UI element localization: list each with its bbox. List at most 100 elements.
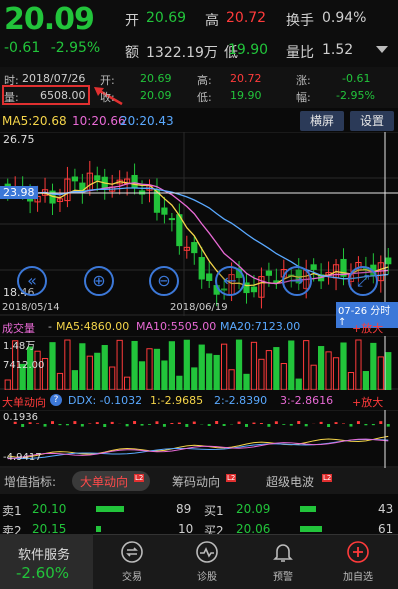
volume-bar — [71, 370, 78, 390]
volume-bar — [347, 372, 355, 390]
candlestick-chart[interactable] — [0, 132, 398, 316]
volume-bar — [206, 353, 213, 390]
software-service-button[interactable]: 软件服务 -2.60% — [0, 534, 93, 589]
scroll-left-fast-button[interactable]: « — [17, 266, 47, 296]
zoom-out-button[interactable]: ⊖ — [149, 266, 179, 296]
nav-add-watchlist-label: 加自选 — [343, 572, 373, 583]
amount-value: 1322.19万 — [146, 45, 218, 61]
volume-bar — [325, 351, 332, 390]
fullscreen-button[interactable]: ⤢ — [348, 266, 378, 296]
volume-mid-label: 7412.00 — [3, 360, 45, 371]
volume-bar — [49, 342, 56, 390]
nav-add-watchlist[interactable]: 加自选 — [328, 540, 388, 583]
volume-bar — [355, 339, 362, 390]
sell1-price: 20.10 — [32, 502, 67, 516]
volume-bar — [280, 363, 287, 390]
help-icon[interactable]: ? — [50, 394, 62, 406]
ddx-bar — [327, 424, 331, 427]
change-percent: -2.95% — [50, 40, 101, 56]
buy1-volume: 43 — [378, 502, 394, 516]
volume-bar — [288, 340, 295, 390]
tab-chips[interactable]: 筹码动向 — [172, 473, 220, 490]
volume-chart[interactable] — [0, 336, 398, 390]
ddx-bar — [349, 424, 353, 427]
buy1-price: 20.09 — [236, 502, 271, 516]
settings-button[interactable]: 设置 — [350, 111, 394, 131]
nav-trade[interactable]: 交易 — [102, 540, 162, 583]
volume-bar — [273, 347, 280, 390]
nav-diagnose-label: 诊股 — [197, 572, 217, 583]
volume-bar — [303, 340, 310, 390]
ddx-bar — [51, 421, 54, 424]
volume-bar — [153, 348, 161, 390]
volume-bar — [191, 367, 198, 390]
top-price-label: 26.75 — [3, 133, 35, 146]
big-order-chart[interactable] — [0, 410, 398, 468]
price-change: -0.61 -2.95% — [4, 40, 100, 56]
landscape-button[interactable]: 横屏 — [300, 111, 344, 131]
ddx-bar — [155, 421, 159, 424]
ddx-bar — [297, 421, 301, 424]
open-info-value: 20.69 — [140, 72, 172, 85]
ddx-bar — [43, 424, 47, 427]
candle-body — [385, 257, 392, 265]
ddx-bar — [267, 424, 271, 427]
candle-body — [310, 264, 317, 270]
ddx-bar — [95, 422, 99, 424]
ddx-bar — [334, 422, 338, 424]
volume-ma20: MA20:7123.00 — [220, 320, 301, 333]
big-order-zoom-button[interactable]: +放大 — [352, 394, 383, 410]
amount-label: 额 — [125, 45, 139, 61]
volume-zoom-button[interactable]: +放大 — [352, 320, 383, 336]
volume-bar — [235, 339, 243, 390]
candles — [4, 160, 392, 309]
ddx-bar — [80, 424, 84, 427]
volume-bar — [138, 361, 146, 390]
volume-bar — [370, 342, 377, 390]
ddx-bar — [140, 424, 144, 426]
ddx-bar — [36, 423, 40, 424]
ddx-bar — [282, 424, 286, 425]
zoom-in-button[interactable]: ⊕ — [84, 266, 114, 296]
ma20-line — [7, 187, 389, 280]
ddx-bar — [342, 423, 345, 424]
ddx-bars — [13, 421, 390, 427]
volume-bar — [228, 369, 235, 390]
arrow-right-icon: → — [290, 271, 304, 290]
scroll-right-button[interactable]: → — [282, 266, 312, 296]
candle-body — [191, 242, 198, 254]
high-info-value: 20.72 — [230, 72, 262, 85]
ddx-bar — [65, 424, 69, 426]
volume-bar — [161, 360, 168, 390]
service-label: 软件服务 — [18, 548, 71, 563]
ddx-bar — [110, 421, 114, 424]
expand-menu-icon[interactable] — [376, 46, 388, 53]
ddx-bar — [192, 421, 196, 424]
big-order-legend: 大单动向 ? DDX: -0.1032 1:-2.9685 2:-2.8390 … — [0, 392, 398, 410]
ddx-bar — [289, 424, 293, 426]
ddx-value: DDX: -0.1032 — [68, 394, 143, 407]
ddx-bar — [162, 424, 166, 427]
close-info-value: 20.09 — [140, 89, 172, 102]
tab-super-wave[interactable]: 超级电波 — [266, 473, 314, 490]
ddx-bar — [371, 424, 375, 426]
volume-ma5: MA5:4860.00 — [56, 320, 130, 333]
ddx-bar — [245, 424, 248, 427]
add-circle-icon — [347, 541, 369, 563]
scroll-left-button[interactable]: ← — [215, 266, 245, 296]
high-key: 高: — [197, 74, 212, 87]
volume-bar — [56, 372, 64, 390]
tab-big-order[interactable]: 大单动向 — [80, 473, 128, 490]
ddx-bar — [252, 422, 256, 424]
candle-body — [198, 257, 205, 280]
candle-body — [250, 286, 258, 293]
candle-body — [161, 207, 168, 215]
nav-diagnose[interactable]: 诊股 — [177, 540, 237, 583]
ddx-bar — [58, 424, 62, 426]
ddx-bar — [207, 424, 211, 427]
close-key: 收: — [100, 91, 115, 104]
nav-alert[interactable]: 预警 — [253, 540, 313, 583]
ddx-bar — [222, 424, 226, 426]
ddx-bar — [237, 421, 241, 424]
volume-bar — [258, 358, 265, 390]
